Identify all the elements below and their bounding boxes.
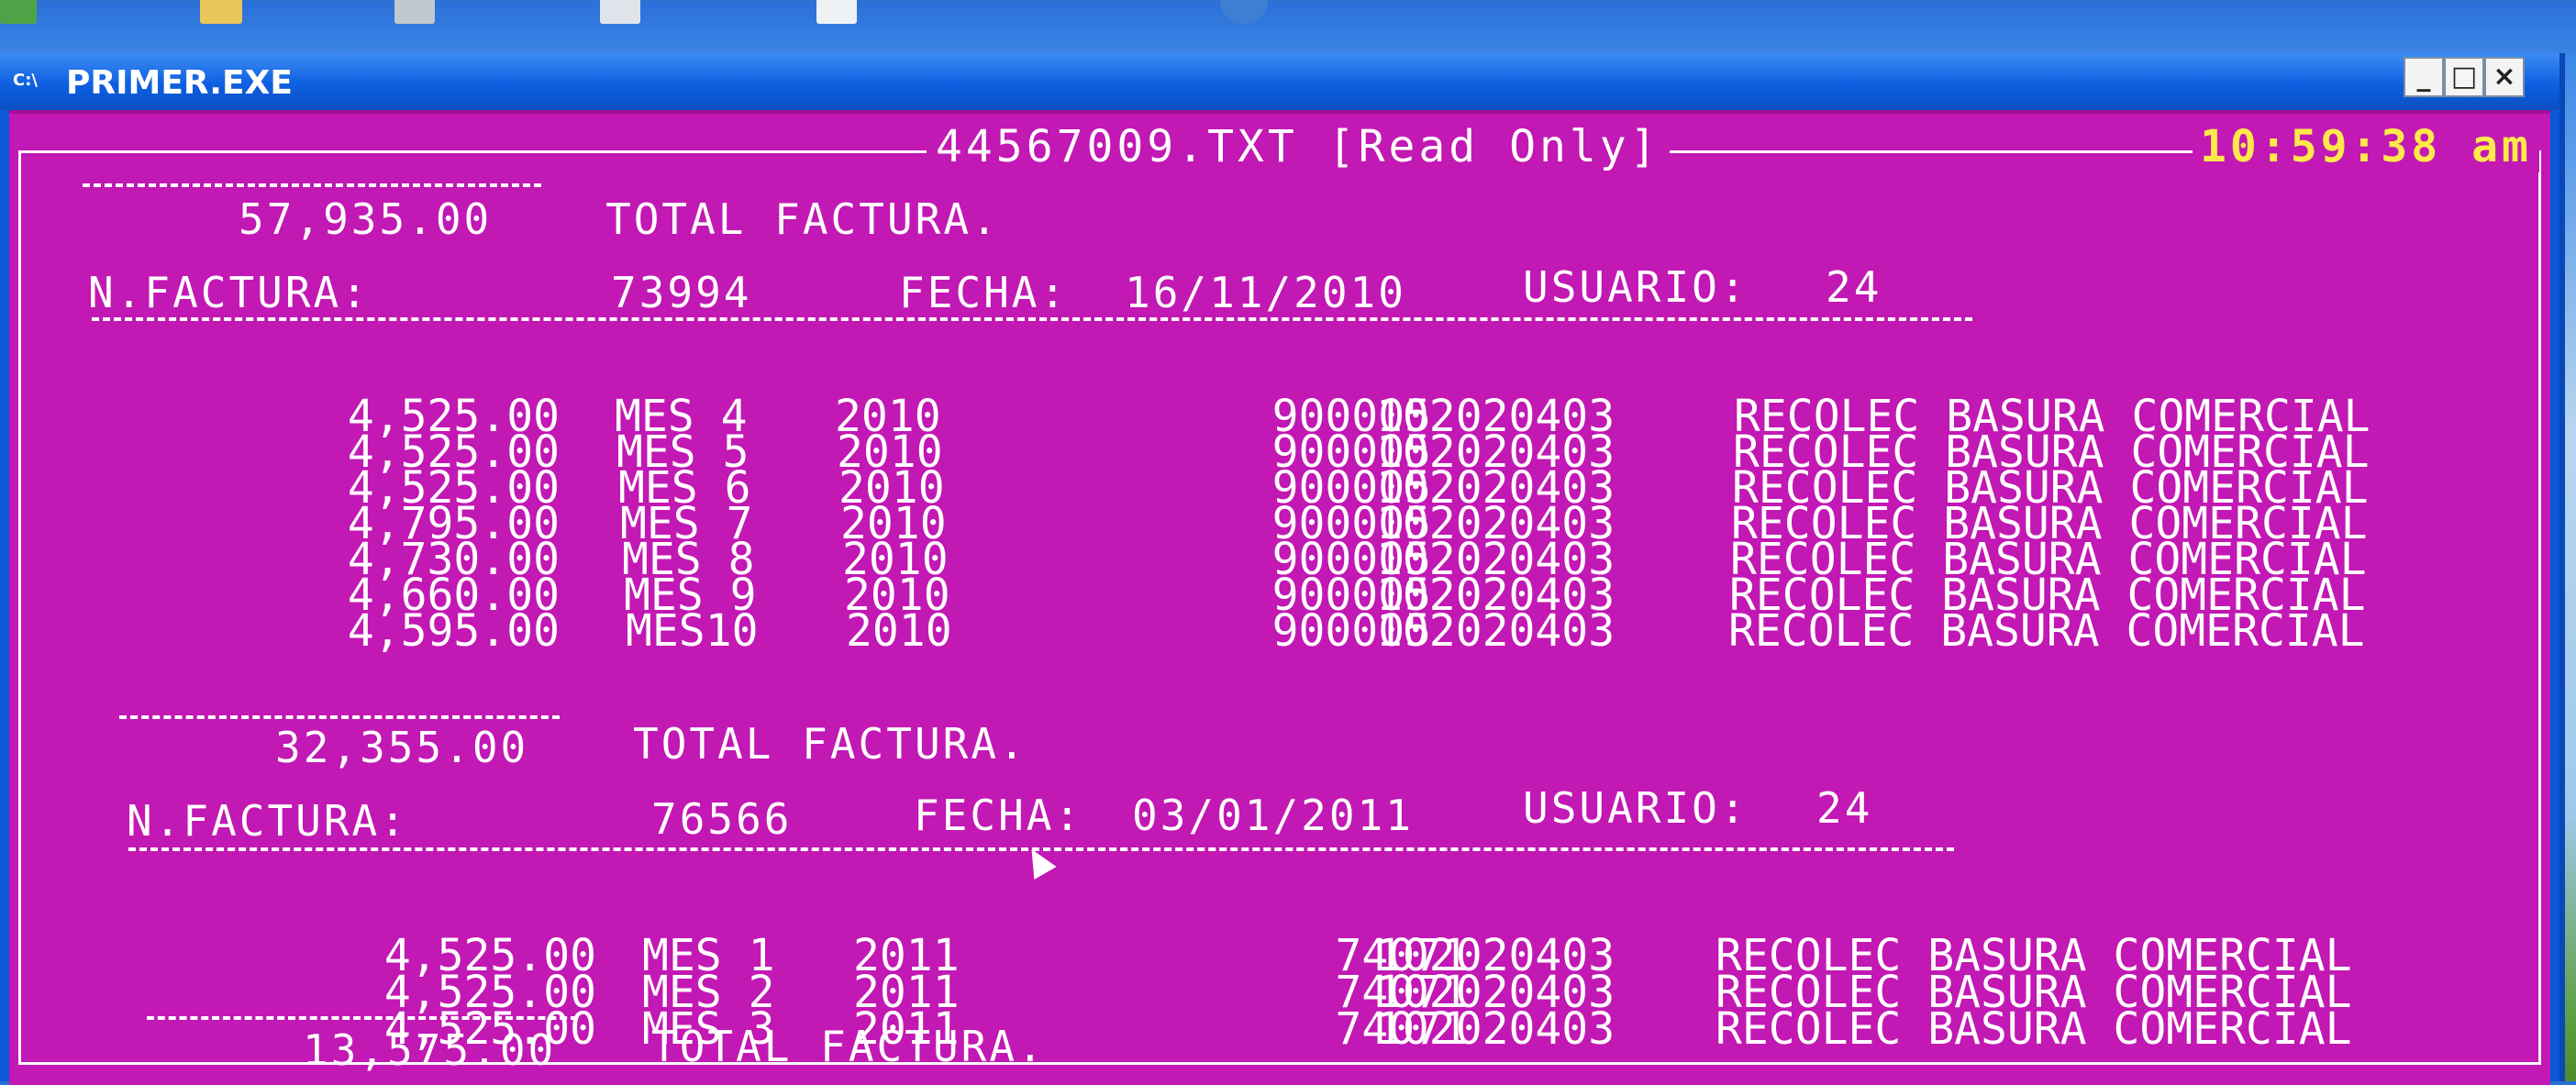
line-concept: RECOLEC BASURA COMERCIAL [1715,1003,2352,1055]
invoice-label: N.FACTURA: [88,268,370,317]
user-label: USUARIO: [1523,783,1749,833]
date-label: FECHA: [899,268,1069,317]
console-window[interactable]: C:\ PRIMER.EXE _ □ × 44567009.TXT [Read … [0,53,2565,1085]
frame-border [2538,150,2541,1065]
invoice-number: 76566 [651,794,793,844]
line-account: 102020403 [1376,605,1616,657]
invoice-number: 73994 [611,268,752,317]
line-account: 102020403 [1376,1003,1616,1055]
total-label: TOTAL FACTURA. [633,719,1027,769]
separator-dash [83,183,541,187]
console-area[interactable]: 44567009.TXT [Read Only] 10:59:38 am 57,… [9,110,2550,1085]
desktop-icon[interactable] [0,0,37,24]
close-button[interactable]: × [2484,57,2525,97]
maximize-button[interactable]: □ [2444,57,2484,97]
invoice-label: N.FACTURA: [127,796,408,846]
invoice-total-amount: 32,355.00 [275,723,529,772]
line-concept: RECOLEC BASURA COMERCIAL [1728,605,2365,657]
separator-dash [92,317,1972,321]
invoice-date: 16/11/2010 [1125,268,1406,317]
document-icon[interactable] [600,0,640,24]
clock: 10:59:38 am [2193,121,2539,172]
separator-dash [147,1016,578,1020]
app-icon[interactable] [1220,0,1268,24]
separator-dash [119,715,560,719]
user-label: USUARIO: [1523,262,1749,312]
minimize-button[interactable]: _ [2404,57,2444,97]
total-label: TOTAL FACTURA. [605,194,1000,244]
total-label: TOTAL FACTURA. [651,1022,1046,1071]
invoice-date: 03/01/2011 [1132,791,1414,840]
line-year: 2010 [846,605,952,657]
date-label: FECHA: [914,791,1083,840]
folder-icon[interactable] [200,0,242,24]
line-amount: 4,595.00 [347,605,560,657]
window-title: PRIMER.EXE [66,64,293,102]
program-icon[interactable] [394,0,435,24]
invoice-user: 24 [1816,783,1873,833]
msdos-icon: C:\ [13,71,38,90]
document-icon[interactable] [816,0,857,24]
title-bar[interactable]: C:\ PRIMER.EXE _ □ × [0,53,2559,110]
file-title: 44567009.TXT [Read Only] [927,121,1670,172]
invoice-total-amount: 13,575.00 [303,1025,557,1075]
invoice-total-amount: 57,935.00 [239,194,493,244]
invoice-user: 24 [1826,262,1882,312]
line-period: MES10 [626,605,759,657]
frame-border [18,150,21,1065]
